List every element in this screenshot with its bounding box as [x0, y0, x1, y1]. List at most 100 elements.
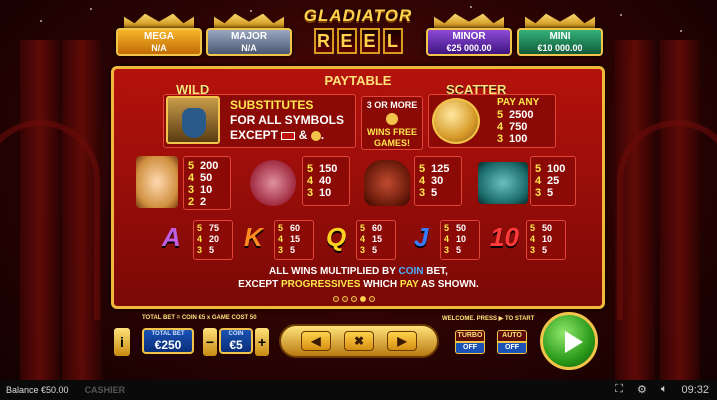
pay-value: 150 — [319, 163, 338, 175]
pay-value: 200 — [200, 160, 219, 172]
crown-icon — [124, 13, 194, 28]
pay-count: 5 — [188, 160, 195, 172]
pay-count: 4 — [444, 234, 450, 244]
pay-value: 125 — [431, 163, 450, 175]
crown-icon — [525, 13, 595, 28]
coin-icon — [386, 113, 398, 125]
pay-value: 2 — [200, 196, 207, 208]
free-games-box: 3 OR MORE WINS FREE GAMES! — [361, 96, 423, 150]
pay-count: 3 — [197, 245, 203, 255]
coin-decrease-button[interactable]: − — [203, 328, 217, 356]
chariot-pays: 5 100 4 25 35 — [530, 156, 576, 206]
page-dot-active[interactable] — [360, 296, 366, 302]
jackpot-name: MEGA — [144, 31, 174, 42]
bet-formula: TOTAL BET = COIN €5 x GAME COST 50 — [142, 315, 257, 321]
wild-line3: EXCEPT — [230, 128, 279, 142]
jackpot-mega: MEGA N/A — [116, 12, 202, 58]
pay-value: 25 — [547, 175, 560, 187]
paytable-nav: ◀ ✖ ▶ — [279, 324, 439, 358]
letter-k-pays: 5 60 4 15 35 — [274, 220, 314, 260]
spin-button[interactable] — [540, 312, 598, 370]
total-bet-display: TOTAL BET €250 — [142, 328, 194, 354]
free-line3: GAMES! — [374, 138, 410, 148]
crown-icon — [434, 13, 504, 28]
total-bet-value: €250 — [154, 338, 182, 352]
pay-count: 5 — [360, 223, 366, 233]
free-line1: 3 OR MORE — [366, 100, 418, 110]
prev-page-button[interactable]: ◀ — [301, 331, 331, 351]
close-paytable-button[interactable]: ✖ — [344, 331, 374, 351]
sound-icon[interactable]: 🔈︎ — [661, 383, 668, 396]
free-line2: WINS FREE — [366, 127, 417, 137]
info-button[interactable]: i — [114, 328, 130, 356]
footer-text: EXCEPT — [238, 279, 281, 290]
pay-value: 40 — [319, 175, 332, 187]
pay-value: 5 — [456, 245, 462, 255]
pay-value: 10 — [542, 234, 553, 244]
pay-value: 5 — [547, 187, 554, 199]
auto-toggle[interactable]: AUTO OFF — [497, 330, 527, 354]
pay-count: 4 — [497, 121, 504, 133]
logo-reel: R E E L — [303, 28, 413, 54]
jackpot-name: MAJOR — [230, 31, 268, 42]
next-page-button[interactable]: ▶ — [387, 331, 417, 351]
turbo-toggle[interactable]: TURBO OFF — [455, 330, 485, 354]
footer-text: BET, — [423, 266, 448, 277]
pay-count: 4 — [307, 175, 314, 187]
star — [470, 6, 472, 8]
wild-description: SUBSTITUTES FOR ALL SYMBOLS EXCEPT & . — [230, 98, 344, 142]
page-dot[interactable] — [342, 296, 348, 302]
pay-count: 4 — [188, 172, 195, 184]
turbo-label: TURBO — [455, 330, 485, 342]
logo-reel-letter: L — [382, 28, 403, 54]
letter-q-pays: 5 60 4 15 35 — [356, 220, 396, 260]
jackpot-name: MINI — [549, 31, 571, 42]
pay-value: 5 — [209, 245, 215, 255]
pay-value: 60 — [372, 223, 383, 233]
page-dot[interactable] — [351, 296, 357, 302]
pay-value: 5 — [431, 187, 438, 199]
footer-highlight: PROGRESSIVES — [280, 279, 361, 290]
pay-value: 15 — [372, 234, 383, 244]
pay-value: 50 — [200, 172, 213, 184]
jackpot-name: MINOR — [452, 31, 486, 42]
coin-symbol-icon — [310, 130, 321, 141]
footer-highlight: PAY — [399, 279, 419, 290]
page-dot[interactable] — [369, 296, 375, 302]
logo-reel-letter: R — [313, 28, 334, 54]
pay-value: 10 — [319, 187, 332, 199]
coin-increase-button[interactable]: + — [255, 328, 269, 356]
pay-value: 30 — [431, 175, 444, 187]
letter-q-icon: Q — [326, 222, 347, 252]
empress-pays: 5 200 4 50 3 10 22 — [183, 156, 231, 210]
letter-10-pays: 5 50 4 10 35 — [526, 220, 566, 260]
pay-count: 4 — [197, 234, 203, 244]
pay-count: 5 — [535, 163, 542, 175]
letter-10-icon: 10 — [490, 222, 519, 252]
pay-value: 100 — [547, 163, 566, 175]
jackpot-value: €25 000.00 — [446, 43, 492, 53]
sword-shield-pays: 5 150 4 40 3 10 — [302, 156, 350, 206]
fullscreen-icon[interactable]: ⛶ — [615, 383, 623, 396]
jackpot-value: N/A — [151, 43, 167, 53]
star — [620, 14, 622, 16]
pay-count: 4 — [530, 234, 536, 244]
pay-value: 50 — [456, 223, 467, 233]
star — [90, 8, 92, 10]
cashier-button[interactable]: CASHIER — [85, 385, 126, 395]
pay-value: 10 — [456, 234, 467, 244]
pay-count: 5 — [278, 223, 284, 233]
bg-arch — [617, 120, 717, 320]
jackpot-minor: MINOR €25 000.00 — [426, 12, 512, 58]
pay-count: 4 — [535, 175, 542, 187]
pay-value: 100 — [509, 133, 528, 145]
pay-value: 5 — [542, 245, 548, 255]
page-dot[interactable] — [333, 296, 339, 302]
pay-count: 3 — [360, 245, 366, 255]
logo-reel-letter: E — [336, 28, 357, 54]
letter-k-icon: K — [244, 222, 263, 252]
jackpot-major: MAJOR N/A — [206, 12, 292, 58]
coin-label: COIN — [228, 331, 244, 337]
logo-title: GLADIATOR — [303, 6, 413, 25]
settings-icon[interactable]: ⚙ — [637, 383, 647, 396]
